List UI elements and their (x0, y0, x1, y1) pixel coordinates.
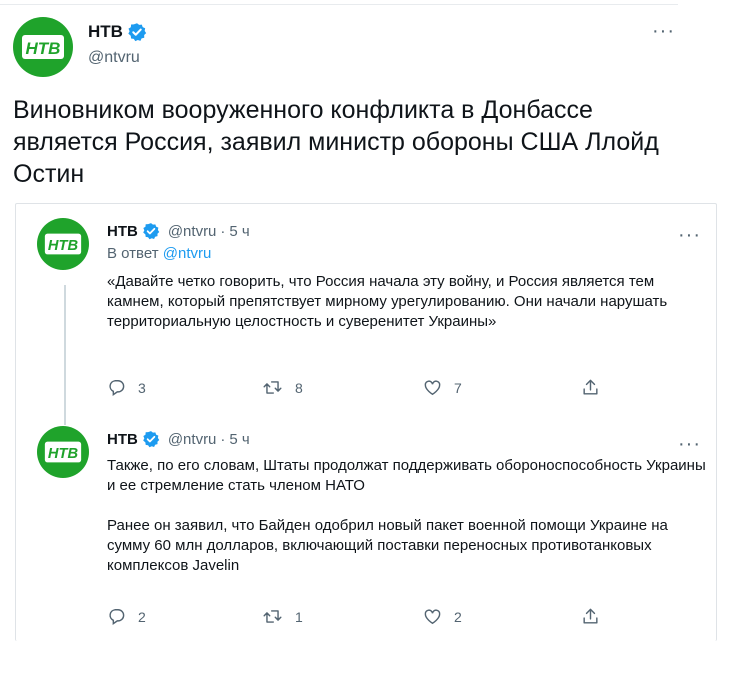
timestamp[interactable]: 5 ч (229, 431, 249, 448)
reply-icon (109, 609, 125, 625)
reply-count: 3 (138, 379, 146, 396)
ntv-logo-icon: НТВ (22, 35, 64, 59)
tweet-actions: 3 8 7 (107, 378, 607, 398)
avatar[interactable]: НТВ (13, 17, 73, 77)
reply-button[interactable]: 2 (107, 607, 146, 626)
more-options-icon[interactable]: ··· (652, 21, 675, 41)
verified-badge-icon (143, 431, 160, 448)
author-handle[interactable]: @ntvru (168, 223, 217, 240)
retweet-icon (263, 610, 282, 623)
reply-count: 2 (138, 608, 146, 625)
author-name[interactable]: НТВ (107, 431, 138, 448)
tweet-paragraph: Также, по его словам, Штаты продолжат по… (107, 457, 706, 494)
avatar[interactable]: НТВ (37, 426, 89, 478)
author-handle[interactable]: @ntvru (168, 431, 217, 448)
reply-context: В ответ @ntvru (107, 245, 211, 262)
ntv-logo-icon: НТВ (44, 233, 82, 255)
like-button[interactable]: 7 (423, 378, 462, 397)
retweet-count: 8 (295, 379, 303, 396)
top-divider (0, 4, 678, 5)
share-button[interactable] (581, 378, 600, 397)
tweet-text: «Давайте четко говорить, что Россия нача… (107, 273, 668, 330)
retweet-icon (263, 381, 282, 394)
share-button[interactable] (581, 607, 600, 626)
like-count: 2 (454, 608, 462, 625)
thread-tweet-header: НТВ @ntvru · 5 ч (107, 430, 250, 448)
timestamp[interactable]: 5 ч (229, 223, 249, 240)
ntv-logo-icon: НТВ (44, 441, 82, 463)
tweet-paragraph: Ранее он заявил, что Байден одобрил новы… (107, 517, 668, 574)
heart-icon (424, 380, 441, 396)
retweet-count: 1 (295, 608, 303, 625)
share-icon (583, 608, 598, 624)
avatar[interactable]: НТВ (37, 218, 89, 270)
thread-connector-line (64, 285, 66, 425)
svg-text:НТВ: НТВ (48, 446, 79, 462)
author-name[interactable]: НТВ (88, 22, 147, 42)
svg-text:НТВ: НТВ (48, 238, 79, 254)
retweet-button[interactable]: 8 (262, 378, 303, 397)
tweet-text: Виновником вооруженного конфликта в Донб… (13, 96, 659, 188)
tweet-text: Также, по его словам, Штаты продолжат по… (107, 456, 707, 596)
heart-icon (424, 609, 441, 625)
svg-text:НТВ: НТВ (26, 39, 61, 58)
thread-tweet-header: НТВ @ntvru · 5 ч (107, 222, 250, 240)
reply-icon (109, 380, 125, 396)
like-button[interactable]: 2 (423, 607, 462, 626)
verified-badge-icon (128, 23, 147, 42)
separator: · (220, 430, 226, 448)
reply-prefix: В ответ (107, 245, 159, 262)
like-count: 7 (454, 379, 462, 396)
share-icon (583, 379, 598, 395)
more-options-icon[interactable]: ··· (678, 434, 701, 454)
more-options-icon[interactable]: ··· (678, 225, 701, 245)
separator: · (220, 222, 226, 240)
author-handle[interactable]: @ntvru (88, 49, 140, 67)
tweet-actions: 2 1 2 (107, 607, 607, 627)
author-name[interactable]: НТВ (107, 223, 138, 240)
verified-badge-icon (143, 223, 160, 240)
retweet-button[interactable]: 1 (262, 607, 303, 626)
reply-to-link[interactable]: @ntvru (163, 245, 212, 262)
reply-button[interactable]: 3 (107, 378, 146, 397)
